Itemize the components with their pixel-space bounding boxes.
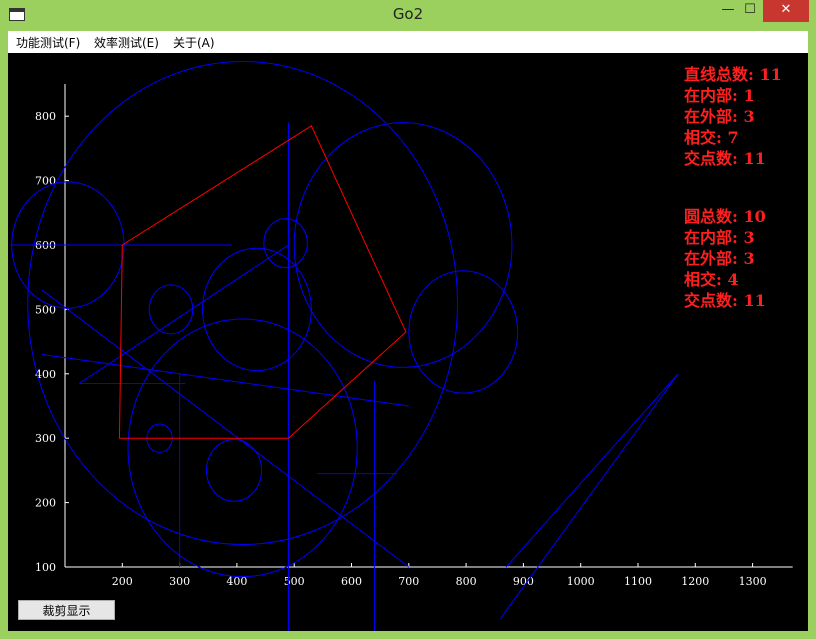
line-segment xyxy=(505,373,679,568)
line-outside: 在外部: 3 xyxy=(684,107,755,126)
y-tick-label: 500 xyxy=(35,303,56,316)
y-tick-label: 800 xyxy=(35,110,56,123)
minimize-button[interactable]: — xyxy=(717,0,739,22)
x-tick-label: 1000 xyxy=(567,575,595,588)
axes: 200 300 400 500 600 700 800 900 1000 1100 1200 1300… xyxy=(35,84,793,588)
menu-item-about[interactable]: 关于(A) xyxy=(173,34,215,51)
close-button[interactable]: ✕ xyxy=(763,0,809,22)
crop-display-button[interactable]: 裁剪显示 xyxy=(18,600,115,620)
x-tick-label: 300 xyxy=(169,575,190,588)
line-segment xyxy=(79,244,289,384)
menu-item-efficiency-test[interactable]: 效率测试(E) xyxy=(94,34,159,51)
y-tick-label: 300 xyxy=(35,432,56,445)
circle-shape xyxy=(148,284,194,335)
maximize-button[interactable]: ☐ xyxy=(739,0,761,22)
line-inside: 在内部: 1 xyxy=(684,86,755,105)
x-tick-label: 700 xyxy=(398,575,419,588)
menu-item-function-test[interactable]: 功能测试(F) xyxy=(16,34,80,51)
x-tick-label: 800 xyxy=(456,575,477,588)
x-tick-label: 500 xyxy=(284,575,305,588)
line-segment xyxy=(42,353,409,407)
circle-intersect: 相交: 4 xyxy=(684,270,739,289)
line-intersect: 相交: 7 xyxy=(684,128,739,147)
window-title: Go2 xyxy=(392,5,424,23)
y-tick-label: 100 xyxy=(35,561,56,574)
circle-shape xyxy=(202,247,312,372)
clip-polygon xyxy=(118,125,407,439)
circle-intersection-points: 交点数: 11 xyxy=(684,291,766,310)
line-stats: 直线总数: 11 在内部: 1 在外部: 3 相交: 7 交点数: 11 xyxy=(684,64,782,169)
circle-shape xyxy=(263,218,308,269)
x-tick-label: 1100 xyxy=(624,575,652,588)
circle-outside: 在外部: 3 xyxy=(684,249,755,268)
shapes xyxy=(10,60,679,631)
menu-bar: 功能测试(F) 效率测试(E) 关于(A) xyxy=(8,31,808,53)
line-total: 直线总数: 11 xyxy=(684,65,782,84)
y-tick-label: 200 xyxy=(35,497,56,510)
line-intersection-points: 交点数: 11 xyxy=(684,149,766,168)
x-tick-label: 200 xyxy=(112,575,133,588)
circle-shape xyxy=(127,318,358,578)
x-tick-label: 1200 xyxy=(681,575,709,588)
line-segment xyxy=(41,289,410,568)
x-tick-label: 600 xyxy=(341,575,362,588)
circle-shape xyxy=(206,438,263,502)
app-window: Go2 — ☐ ✕ 功能测试(F) 效率测试(E) 关于(A) 200 300 40… xyxy=(0,0,816,639)
circle-shape xyxy=(408,270,519,394)
title-bar[interactable]: Go2 — ☐ ✕ xyxy=(0,0,816,31)
x-tick-label: 1300 xyxy=(739,575,767,588)
circle-stats: 圆总数: 10 在内部: 3 在外部: 3 相交: 4 交点数: 11 xyxy=(684,206,766,311)
circle-total: 圆总数: 10 xyxy=(684,207,766,226)
circle-inside: 在内部: 3 xyxy=(684,228,755,247)
y-tick-label: 700 xyxy=(35,175,56,188)
